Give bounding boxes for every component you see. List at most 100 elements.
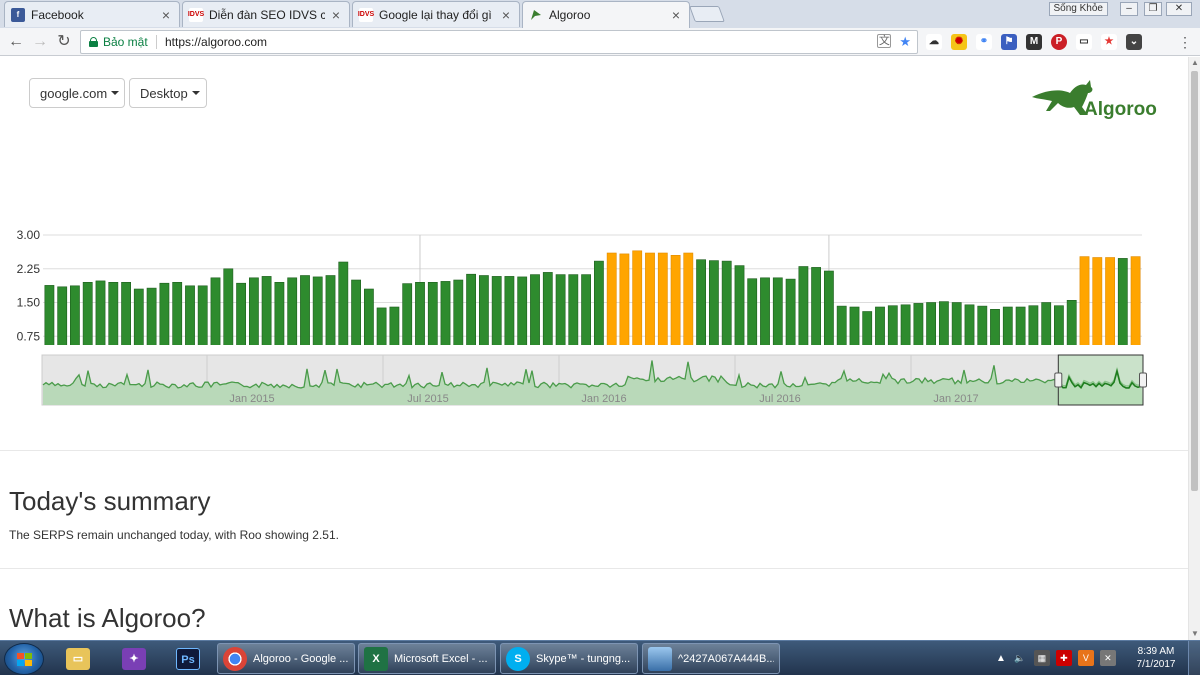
chart-bar[interactable] [938, 301, 949, 345]
chart-bar[interactable] [236, 282, 246, 345]
chart-bar[interactable] [555, 274, 566, 345]
chart-bar[interactable] [964, 304, 975, 345]
chart-bar[interactable] [1015, 306, 1026, 345]
chart-bar[interactable] [185, 285, 195, 345]
chart-bar[interactable] [95, 280, 106, 345]
chart-bar[interactable] [491, 276, 502, 345]
task-image[interactable]: ^2427A067A444B... [642, 643, 780, 674]
chart-bar[interactable] [427, 282, 438, 345]
seo-extension-icon[interactable]: ✺ [951, 34, 967, 50]
search-engine-select[interactable]: google.com [29, 78, 125, 108]
navigator-handle[interactable] [1139, 372, 1147, 388]
chart-bar[interactable] [44, 285, 55, 345]
chart-bar[interactable] [197, 285, 208, 345]
start-button[interactable] [4, 643, 44, 675]
chart-bar[interactable] [172, 282, 183, 345]
chart-bar[interactable] [287, 277, 298, 345]
chart-bar[interactable] [683, 252, 694, 345]
close-icon[interactable]: × [669, 7, 683, 23]
antivirus-icon[interactable]: ✚ [1055, 650, 1072, 666]
chart-bar[interactable] [772, 277, 783, 345]
chart-bar[interactable] [223, 268, 234, 345]
chart-bar[interactable] [593, 260, 604, 345]
chart-bar[interactable] [249, 277, 259, 345]
link-extension-icon[interactable]: ⚭ [976, 34, 992, 50]
chart-bar[interactable] [542, 272, 553, 345]
chart-bar[interactable] [747, 278, 758, 345]
chart-bar[interactable] [530, 274, 540, 345]
chart-bar[interactable] [517, 276, 528, 345]
chart-bar[interactable] [1105, 257, 1115, 346]
address-bar[interactable]: Bảo mật https://algoroo.com 文 ★ [80, 30, 918, 54]
chart-bar[interactable] [887, 305, 898, 345]
chart-bar[interactable] [108, 282, 119, 345]
chart-bar[interactable] [1054, 305, 1064, 345]
chart-bar[interactable] [1130, 256, 1141, 345]
chart-bar[interactable] [376, 307, 387, 345]
connection-icon[interactable]: ✕ [1099, 650, 1116, 666]
m-extension-icon[interactable]: M [1026, 34, 1042, 50]
chart-bar[interactable] [338, 261, 349, 345]
device-select[interactable]: Desktop [129, 78, 207, 108]
translate-icon[interactable]: 文 [877, 34, 892, 48]
cloud-extension-icon[interactable]: ☁ [926, 34, 942, 50]
chart-bar[interactable] [274, 282, 285, 345]
chart-bar[interactable] [657, 252, 668, 345]
chart-bar[interactable] [951, 302, 962, 346]
chart-bar[interactable] [913, 303, 924, 345]
chart-bar[interactable] [645, 252, 655, 345]
page-scrollbar[interactable]: ▲ ▼ [1188, 57, 1200, 640]
chart-bar[interactable] [760, 277, 770, 345]
chart-bar[interactable] [210, 277, 221, 345]
chrome-menu-icon[interactable]: ⋮ [1178, 34, 1192, 50]
chart-bar[interactable] [606, 252, 617, 345]
pinned-photoshop[interactable]: Ps [168, 644, 208, 674]
chart-bar[interactable] [798, 266, 809, 346]
chart-bar[interactable] [453, 279, 464, 345]
window-close-button[interactable]: ✕ [1166, 2, 1192, 16]
star-extension-icon[interactable]: ★ [1101, 34, 1117, 50]
tray-expand-icon[interactable]: ▲ [996, 653, 1006, 664]
flag-extension-icon[interactable]: ⚑ [1001, 34, 1017, 50]
chart-bar[interactable] [1002, 306, 1013, 345]
chart-bar[interactable] [900, 304, 911, 345]
bookmark-star-icon[interactable]: ★ [899, 34, 911, 50]
chart-bar[interactable] [478, 275, 489, 346]
forward-button[interactable]: → [30, 32, 50, 52]
chart-bar[interactable] [133, 288, 144, 345]
chart-bar[interactable] [1079, 256, 1090, 345]
chart-bar[interactable] [990, 309, 1000, 345]
chart-bar[interactable] [415, 282, 425, 345]
scroll-down-icon[interactable]: ▼ [1189, 628, 1200, 640]
chart-bar[interactable] [57, 286, 68, 345]
chart-bar[interactable] [312, 276, 323, 345]
chart-bar[interactable] [721, 260, 732, 345]
minimize-button[interactable]: – [1120, 2, 1138, 16]
close-icon[interactable]: × [499, 7, 513, 23]
chart-bar[interactable] [363, 288, 374, 345]
chart-bar[interactable] [261, 276, 272, 345]
chart-bar[interactable] [785, 278, 796, 345]
chart-bar[interactable] [568, 274, 579, 345]
chart-bar[interactable] [159, 282, 170, 345]
task-skype[interactable]: S Skype™ - tungng... [500, 643, 638, 674]
chart-bar[interactable] [811, 267, 821, 345]
chart-bar[interactable] [351, 279, 361, 345]
chart-bar[interactable] [121, 282, 131, 345]
maximize-button[interactable]: ❐ [1144, 2, 1162, 16]
chart-bar[interactable] [440, 281, 451, 345]
navigator-handle[interactable] [1054, 372, 1063, 388]
chart-bar[interactable] [977, 305, 988, 345]
chart-bar[interactable] [1066, 300, 1077, 345]
chart-bar[interactable] [836, 305, 847, 345]
chart-bar[interactable] [82, 282, 93, 345]
volume-icon[interactable]: 🔈 [1012, 650, 1028, 666]
chart-bar[interactable] [734, 265, 745, 345]
range-navigator[interactable]: Jan 2015 Jul 2015 Jan 2016 Jul 2016 Jan 2017 [0, 353, 1170, 413]
new-tab-button[interactable] [689, 6, 725, 22]
chart-bar[interactable] [504, 276, 515, 345]
close-icon[interactable]: × [329, 7, 343, 23]
unikey-icon[interactable]: V [1077, 650, 1094, 666]
chart-bar[interactable] [1117, 258, 1128, 345]
chart-bar[interactable] [389, 306, 400, 345]
